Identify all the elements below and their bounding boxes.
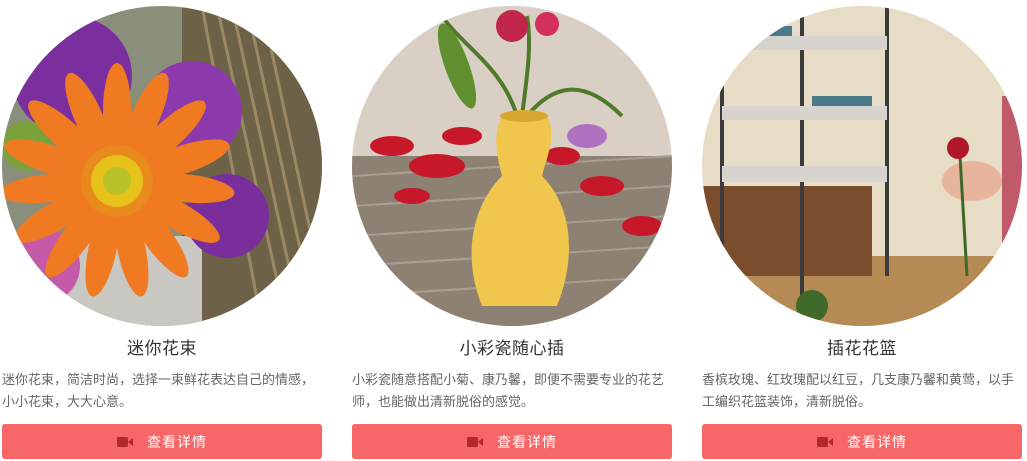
video-camera-icon	[467, 436, 483, 447]
product-card-mini-bouquet: 迷你花束 迷你花束，简洁时尚，选择一束鲜花表达自己的情感，小小花束，大大心意。 …	[2, 0, 322, 461]
product-image-vase[interactable]	[352, 6, 672, 326]
yellow-vase-image	[352, 6, 672, 326]
card-title: 插花花篮	[827, 339, 897, 359]
gerbera-bouquet-image	[2, 6, 322, 326]
card-description: 迷你花束，简洁时尚，选择一束鲜花表达自己的情感，小小花束，大大心意。	[2, 373, 315, 410]
card-description: 香槟玫瑰、红玫瑰配以红豆，几支康乃馨和黄莺，以手工编织花篮装饰，清新脱俗。	[702, 373, 1015, 410]
card-title: 迷你花束	[127, 339, 197, 359]
product-card-flower-basket: 插花花篮 香槟玫瑰、红玫瑰配以红豆，几支康乃馨和黄莺，以手工编织花篮装饰，清新脱…	[702, 0, 1022, 461]
video-camera-icon	[817, 436, 833, 447]
card-title: 小彩瓷随心插	[459, 339, 565, 359]
rose-shop-image	[702, 6, 1022, 326]
product-image-flower-basket[interactable]	[702, 6, 1022, 326]
view-details-label: 查看详情	[847, 434, 907, 451]
video-camera-icon	[117, 436, 133, 447]
view-details-label: 查看详情	[497, 434, 557, 451]
card-description: 小彩瓷随意搭配小菊、康乃馨，即便不需要专业的花艺师，也能做出清新脱俗的感觉。	[352, 373, 665, 410]
view-details-label: 查看详情	[147, 434, 207, 451]
product-card-color-vase: 小彩瓷随心插 小彩瓷随意搭配小菊、康乃馨，即便不需要专业的花艺师，也能做出清新脱…	[352, 0, 672, 461]
view-details-button[interactable]: 查看详情	[352, 424, 672, 459]
view-details-button[interactable]: 查看详情	[702, 424, 1022, 459]
view-details-button[interactable]: 查看详情	[2, 424, 322, 459]
product-image-bouquet[interactable]	[2, 6, 322, 326]
